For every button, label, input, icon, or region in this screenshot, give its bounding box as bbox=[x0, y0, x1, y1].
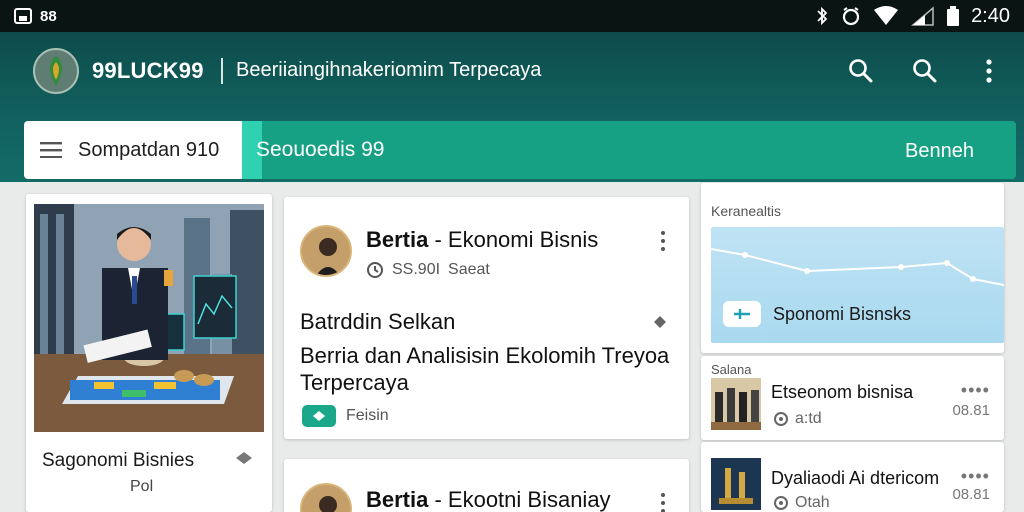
article-title-rest: - Ekonomi Bisnis bbox=[428, 227, 599, 252]
tab-strip: Sompatdan 910 Seouoedis 99 Benneh bbox=[24, 121, 1016, 179]
featured-card[interactable]: Sagonomi Bisnies Pol bbox=[26, 194, 272, 512]
search-button[interactable] bbox=[844, 54, 878, 88]
article-tag[interactable]: Feisin bbox=[302, 405, 389, 427]
more-vert-icon bbox=[986, 59, 992, 83]
list-item[interactable]: Salana Etseonom bisnisa a:td •••• 08.81 bbox=[701, 356, 1004, 440]
list-meta-2: Otah bbox=[773, 494, 830, 512]
article-title-2-bold: Bertia bbox=[366, 487, 429, 512]
article-card-2[interactable]: Bertia - Ekootni Bisaniay bbox=[284, 459, 689, 512]
list-date: 08.81 bbox=[952, 402, 990, 419]
list-more-button-2[interactable]: •••• bbox=[961, 466, 990, 487]
brand-name: 99LUCK99 bbox=[92, 58, 204, 83]
battery-icon bbox=[947, 6, 960, 26]
featured-title: Sagonomi Bisnies bbox=[42, 450, 195, 471]
article-title-2-rest: - Ekootni Bisaniay bbox=[428, 487, 611, 512]
list-date-2: 08.81 bbox=[952, 486, 990, 503]
list-title: Etseonom bisnisa bbox=[771, 382, 914, 402]
search-button-secondary[interactable] bbox=[908, 54, 942, 88]
trend-header: Keranealtis bbox=[711, 203, 782, 219]
bluetooth-icon bbox=[815, 6, 829, 26]
location-icon bbox=[774, 496, 788, 510]
hamburger-icon bbox=[40, 142, 62, 158]
trend-card[interactable]: Keranealtis Sponomi Bisnsks bbox=[701, 183, 1004, 353]
tab-second[interactable]: Seouoedis 99 bbox=[256, 138, 384, 162]
gallery-icon bbox=[14, 8, 32, 24]
clock-icon bbox=[367, 262, 383, 278]
signal-icon bbox=[911, 6, 935, 26]
author-avatar bbox=[300, 225, 352, 277]
article-title-2: Bertia - Ekootni Bisaniay bbox=[366, 487, 611, 512]
tab-right[interactable]: Benneh bbox=[905, 140, 974, 163]
article-meta: SS.90I Saeat bbox=[366, 261, 490, 279]
featured-subtitle: Pol bbox=[130, 478, 154, 495]
tag-icon bbox=[302, 405, 336, 427]
list-thumbnail-2 bbox=[711, 458, 761, 510]
menu-button[interactable] bbox=[24, 121, 78, 179]
wifi-icon bbox=[873, 6, 899, 26]
tab-active[interactable]: Sompatdan 910 bbox=[24, 121, 242, 179]
list-meta-text-2: Otah bbox=[795, 494, 830, 511]
app-bar: 99LUCK99 Beeriiaingihnakeriomim Terpecay… bbox=[0, 32, 1024, 182]
article-more-button[interactable] bbox=[657, 231, 669, 251]
diamond-icon bbox=[654, 316, 666, 328]
overflow-menu-button[interactable] bbox=[972, 54, 1006, 88]
tab-active-label: Sompatdan 910 bbox=[78, 138, 220, 161]
trend-chart-label: Sponomi Bisnsks bbox=[773, 303, 912, 324]
article-title: Bertia - Ekonomi Bisnis bbox=[366, 227, 598, 253]
leaf-logo-icon bbox=[50, 56, 62, 86]
trend-chart: Sponomi Bisnsks bbox=[711, 227, 1004, 343]
article-2-more-button[interactable] bbox=[657, 493, 669, 512]
plane-icon bbox=[723, 301, 761, 327]
article-time: SS.90I bbox=[392, 261, 441, 278]
list-meta-text: a:td bbox=[795, 410, 822, 427]
tag-label: Feisin bbox=[346, 407, 389, 424]
status-left-text: 88 bbox=[40, 7, 57, 25]
article-card[interactable]: Bertia - Ekonomi Bisnis SS.90I Saeat Bat… bbox=[284, 197, 689, 439]
author-avatar-2 bbox=[300, 483, 352, 512]
clock: 2:40 bbox=[971, 4, 1010, 27]
search-icon bbox=[849, 59, 873, 83]
location-icon bbox=[774, 412, 788, 426]
featured-image bbox=[34, 204, 264, 432]
article-meta-label: Saeat bbox=[448, 261, 490, 278]
list-thumbnail bbox=[711, 378, 761, 430]
search-icon bbox=[913, 59, 937, 83]
bookmark-icon[interactable] bbox=[234, 450, 254, 471]
list-more-button[interactable]: •••• bbox=[961, 380, 990, 401]
brand-logo[interactable] bbox=[33, 48, 79, 94]
list-title-2: Dyaliaodi Ai dtericom bbox=[771, 468, 940, 488]
alarm-icon bbox=[841, 6, 861, 26]
article-headline: Batrddin Selkan bbox=[300, 309, 456, 334]
article-body: Berria dan Analisisin Ekolomih Treyoa Te… bbox=[300, 343, 670, 395]
list-meta: a:td bbox=[773, 410, 822, 428]
status-bar: 88 2:40 bbox=[0, 0, 1024, 32]
article-title-bold: Bertia bbox=[366, 227, 429, 252]
divider bbox=[221, 58, 223, 84]
list-item[interactable]: Dyaliaodi Ai dtericom Otah •••• 08.81 bbox=[701, 442, 1004, 512]
list-section-label: Salana bbox=[711, 362, 752, 377]
brand-tagline: Beeriiaingihnakeriomim Terpecaya bbox=[236, 59, 542, 81]
